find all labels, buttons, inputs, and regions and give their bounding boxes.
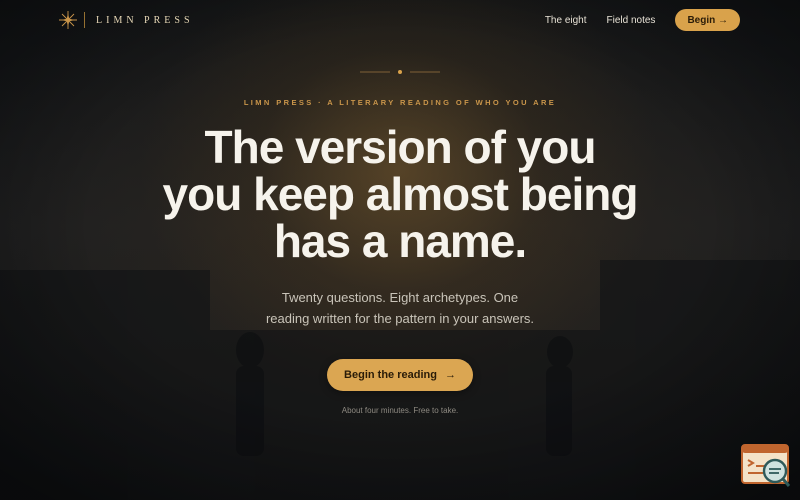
compass-star-icon bbox=[59, 11, 77, 29]
console-search-icon[interactable] bbox=[741, 444, 791, 488]
headline-line: has a name. bbox=[273, 215, 527, 267]
subhead-line: Twenty questions. Eight archetypes. One bbox=[281, 290, 519, 305]
begin-reading-button[interactable]: Begin the reading → bbox=[327, 359, 473, 391]
brand-divider bbox=[84, 12, 85, 28]
headline-line: you keep almost being bbox=[162, 168, 639, 220]
nav-begin-button[interactable]: Begin → bbox=[675, 9, 740, 31]
brand-logo[interactable]: LIMN PRESS bbox=[58, 10, 194, 30]
duration-note: About four minutes. Free to take. bbox=[341, 406, 459, 415]
nav-link-field-notes[interactable]: Field notes bbox=[607, 15, 656, 26]
nav-link-the-eight[interactable]: The eight bbox=[545, 15, 587, 26]
hero-headline: The version of you you keep almost being… bbox=[0, 124, 800, 265]
top-nav: LIMN PRESS The eight Field notes Begin → bbox=[0, 0, 800, 40]
arrow-right-icon: → bbox=[444, 369, 456, 381]
hero-subhead: Twenty questions. Eight archetypes. One … bbox=[0, 287, 800, 329]
subhead-line: reading written for the pattern in your … bbox=[265, 311, 535, 326]
brand-name: LIMN PRESS bbox=[96, 14, 194, 26]
hero-eyebrow: LIMN PRESS · A LITERARY READING OF WHO Y… bbox=[243, 98, 557, 107]
diamond-divider-icon bbox=[360, 70, 440, 74]
cta-label: Begin the reading bbox=[344, 369, 437, 381]
headline-line: The version of you bbox=[204, 121, 597, 173]
nav-links: The eight Field notes Begin → bbox=[545, 9, 740, 31]
